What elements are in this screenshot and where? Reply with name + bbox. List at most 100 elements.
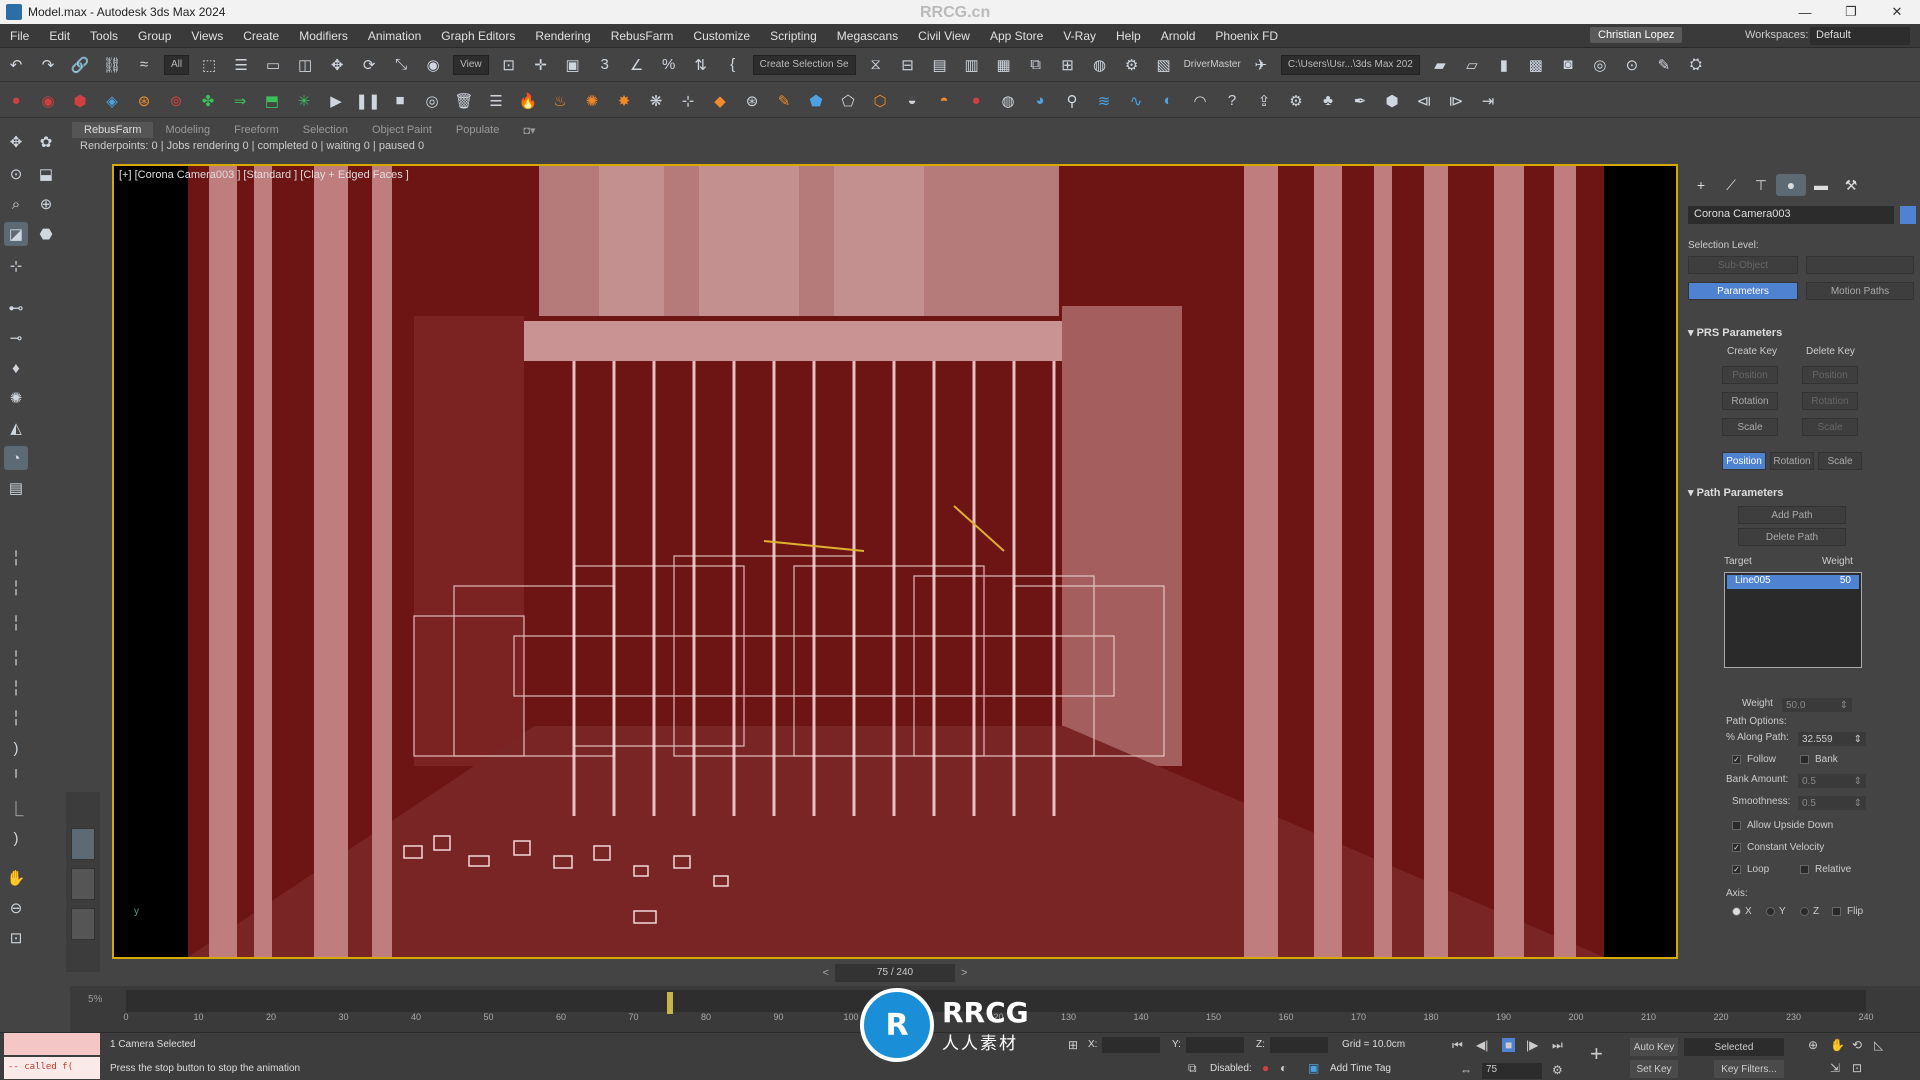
walk-view-icon[interactable]: ⇲ — [1830, 1061, 1840, 1075]
tool-c-icon[interactable]: ╎ — [4, 611, 28, 635]
rebus-pen-icon[interactable]: ✒ — [1347, 88, 1373, 114]
time-config-icon[interactable]: ⚙ — [1552, 1063, 1563, 1077]
set-key-button[interactable]: Set Key — [1630, 1060, 1678, 1078]
sub-object-dropdown[interactable] — [1806, 256, 1914, 274]
relative-checkbox[interactable]: Relative — [1800, 864, 1851, 875]
tool-e-icon[interactable]: ╎ — [4, 676, 28, 700]
menu-modifiers[interactable]: Modifiers — [289, 29, 358, 43]
create-rotation-key-button[interactable]: Rotation — [1722, 392, 1778, 410]
loop-checkbox[interactable]: ✓ Loop — [1732, 864, 1769, 875]
object-color-swatch[interactable] — [1900, 206, 1916, 224]
rebus-tree-icon[interactable]: ♣ — [1315, 88, 1341, 114]
menu-views[interactable]: Views — [181, 29, 233, 43]
menu-civil-view[interactable]: Civil View — [908, 29, 980, 43]
corona-converter-icon[interactable]: ⊚ — [163, 88, 189, 114]
tool-f-icon[interactable]: ╎ — [4, 706, 28, 730]
tab-modeling[interactable]: Modeling — [153, 122, 222, 138]
menu-phoenix-fd[interactable]: Phoenix FD — [1205, 29, 1288, 43]
z-coord-field[interactable] — [1270, 1037, 1328, 1053]
pan-view-icon[interactable]: ✋ — [1830, 1038, 1845, 1052]
hierarchy-tab-icon[interactable]: ⊤ — [1746, 174, 1776, 196]
rect-selection-icon[interactable]: ▭ — [260, 52, 286, 78]
sub-object-button[interactable]: Sub-Object — [1688, 256, 1798, 274]
isolate-toggle-icon[interactable]: ⧉ — [1188, 1061, 1197, 1076]
tool-i-icon[interactable]: ⎿ — [4, 796, 28, 820]
manipulate-icon[interactable]: ✛ — [528, 52, 554, 78]
along-path-spinner[interactable]: 32.559 ⇕ — [1798, 732, 1866, 746]
motion-paths-tab[interactable]: Motion Paths — [1806, 282, 1914, 300]
delete-scale-key-button[interactable]: Scale — [1802, 418, 1858, 436]
tab-object-paint[interactable]: Object Paint — [360, 122, 444, 138]
time-tag-icon[interactable]: ▣ — [1308, 1061, 1319, 1075]
trash-icon[interactable]: 🗑 — [451, 88, 477, 114]
constant-velocity-checkbox[interactable]: ✓ Constant Velocity — [1732, 842, 1824, 853]
extra-tool-icon[interactable]: ✎ — [1651, 52, 1677, 78]
reference-coordinate-dropdown[interactable]: View — [453, 54, 489, 75]
bind-space-warp-icon[interactable]: ≈ — [131, 52, 157, 78]
phoenix-globe-icon[interactable]: ◐ — [1155, 88, 1181, 114]
place-icon[interactable]: ◉ — [420, 52, 446, 78]
maximize-viewport-icon[interactable]: ⊡ — [4, 926, 28, 950]
pan-icon[interactable]: ⬓ — [34, 162, 58, 186]
phoenix-foam-icon[interactable]: ⬟ — [803, 88, 829, 114]
menu-file[interactable]: File — [0, 29, 39, 43]
curve-editor-icon[interactable]: ⧉ — [1023, 52, 1049, 78]
ribbon-toggle-icon[interactable]: ▦ — [991, 52, 1017, 78]
project-path-dropdown[interactable]: C:\Users\Usr...\3ds Max 202 — [1280, 54, 1420, 75]
follow-checkbox[interactable]: ✓ Follow — [1732, 754, 1776, 765]
mirror-icon[interactable]: ⧖ — [863, 52, 889, 78]
phoenix-wave-icon[interactable]: ∿ — [1123, 88, 1149, 114]
tab-freeform[interactable]: Freeform — [222, 122, 291, 138]
bank-checkbox[interactable]: Bank — [1800, 754, 1838, 765]
corona-render-icon[interactable]: ● — [3, 88, 29, 114]
selection-set-dropdown[interactable]: Create Selection Se — [752, 54, 856, 75]
phoenix-sphere-icon[interactable]: ◕ — [1027, 88, 1053, 114]
rebus-forward-icon[interactable]: ⧐ — [1443, 88, 1469, 114]
extra-settings-icon[interactable]: ⛭ — [1683, 52, 1709, 78]
viewport-tab-3[interactable] — [71, 908, 95, 940]
redo-icon[interactable]: ↷ — [35, 52, 61, 78]
isolate-icon[interactable]: ⊷ — [4, 296, 28, 320]
light-icon[interactable]: ✺ — [4, 386, 28, 410]
selection-filter-dropdown[interactable]: All — [164, 54, 190, 75]
phoenix-record-icon[interactable]: ● — [963, 88, 989, 114]
corona-ipr-icon[interactable]: ◉ — [35, 88, 61, 114]
rebus-upload-icon[interactable]: ⇪ — [1251, 88, 1277, 114]
workspaces-dropdown[interactable]: Default — [1810, 27, 1910, 45]
previous-key-icon[interactable]: ◀| — [1476, 1038, 1488, 1052]
tool-a-icon[interactable]: ╎ — [4, 546, 28, 570]
weight-spinner[interactable]: 50.0 ⇕ — [1782, 698, 1852, 712]
snaps-3d-icon[interactable]: 3 — [592, 52, 618, 78]
ar-icon[interactable]: ◎ — [1587, 52, 1613, 78]
menu-rendering[interactable]: Rendering — [525, 29, 600, 43]
pause-icon[interactable]: ❚❚ — [355, 88, 381, 114]
corona-stop-icon[interactable]: ⬢ — [67, 88, 93, 114]
phoenix-wind-icon[interactable]: ≋ — [1091, 88, 1117, 114]
viewport-tab-1[interactable] — [71, 828, 95, 860]
menu-customize[interactable]: Customize — [683, 29, 760, 43]
record-icon[interactable]: ◎ — [419, 88, 445, 114]
angle-snap-icon[interactable]: ∠ — [624, 52, 650, 78]
rotation-mode-button[interactable]: Rotation — [1770, 452, 1814, 470]
phoenix-smoke-icon[interactable]: ♨ — [547, 88, 573, 114]
create-position-key-button[interactable]: Position — [1722, 366, 1778, 384]
rebus-node-icon[interactable]: ⬢ — [1379, 88, 1405, 114]
list-icon[interactable]: ☰ — [483, 88, 509, 114]
current-frame-field[interactable]: 75 — [1482, 1063, 1542, 1079]
phoenix-dome-icon[interactable]: ◠ — [1187, 88, 1213, 114]
phoenix-cup-icon[interactable]: ◒ — [899, 88, 925, 114]
material-editor-icon[interactable]: ◍ — [1087, 52, 1113, 78]
snap-toggle-icon[interactable]: ⊹ — [4, 254, 28, 278]
project-folder-icon[interactable]: ▰ — [1427, 52, 1453, 78]
motion-icon[interactable]: ◔ — [4, 446, 28, 470]
phoenix-preset-icon[interactable]: ⊹ — [675, 88, 701, 114]
adaptive-degradation-icon[interactable]: ◐ — [1280, 1061, 1287, 1075]
corona-sun-icon[interactable]: ✳ — [291, 88, 317, 114]
scale-icon[interactable]: ⤡ — [388, 52, 414, 78]
current-frame-marker[interactable] — [666, 992, 673, 1014]
phoenix-source-icon[interactable]: ✸ — [611, 88, 637, 114]
field-of-view-icon[interactable]: ◪ — [4, 222, 28, 246]
path-list-row[interactable]: Line005 50 — [1727, 575, 1859, 589]
layer-explorer-icon[interactable]: ▥ — [959, 52, 985, 78]
position-mode-button[interactable]: Position — [1722, 452, 1766, 470]
